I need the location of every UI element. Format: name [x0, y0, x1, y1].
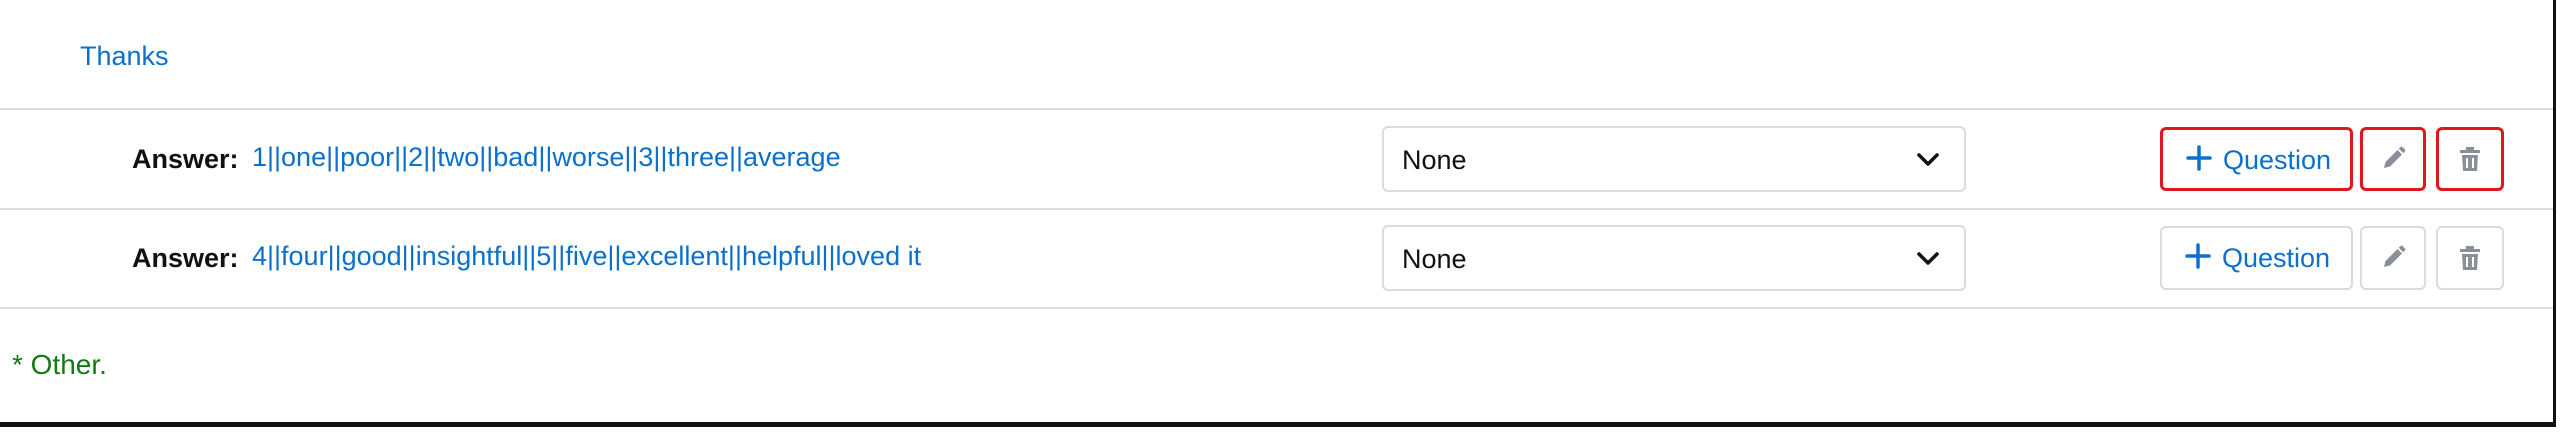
answer-label: Answer: [132, 144, 239, 174]
trash-icon [2460, 147, 2480, 171]
add-question-label: Question [2222, 243, 2331, 273]
next-question-select[interactable]: None [1382, 126, 1966, 192]
add-question-button[interactable]: Question [2160, 226, 2353, 290]
plus-icon [2185, 243, 2211, 269]
answer-row: Answer: 4||four||good||insightful||5||fi… [0, 210, 2553, 309]
answer-row: Answer: 1||one||poor||2||two||bad||worse… [0, 111, 2553, 210]
answer-text-link[interactable]: 1||one||poor||2||two||bad||worse||3||thr… [252, 139, 841, 175]
section-header-row: Thanks [0, 0, 2553, 110]
section-title-link[interactable]: Thanks [80, 39, 169, 73]
edit-button[interactable] [2360, 127, 2426, 191]
other-note: * Other. [12, 349, 107, 380]
add-question-button[interactable]: Question [2160, 127, 2353, 191]
next-question-select[interactable]: None [1382, 225, 1966, 291]
delete-button[interactable] [2436, 127, 2504, 191]
app-frame: Thanks Answer: 1||one||poor||2||two||bad… [0, 0, 2560, 432]
edit-button[interactable] [2360, 226, 2426, 290]
pencil-icon [2384, 245, 2406, 267]
add-question-label: Question [2223, 145, 2332, 175]
pencil-icon [2384, 146, 2406, 168]
chevron-down-icon [1917, 153, 1939, 166]
select-value: None [1402, 145, 1467, 175]
plus-icon [2186, 145, 2212, 171]
answer-text-link[interactable]: 4||four||good||insightful||5||five||exce… [252, 238, 921, 274]
delete-button[interactable] [2436, 226, 2504, 290]
trash-icon [2460, 246, 2480, 270]
answers-panel: Thanks Answer: 1||one||poor||2||two||bad… [0, 0, 2556, 427]
chevron-down-icon [1917, 252, 1939, 265]
answer-label: Answer: [132, 243, 239, 273]
select-value: None [1402, 244, 1467, 274]
